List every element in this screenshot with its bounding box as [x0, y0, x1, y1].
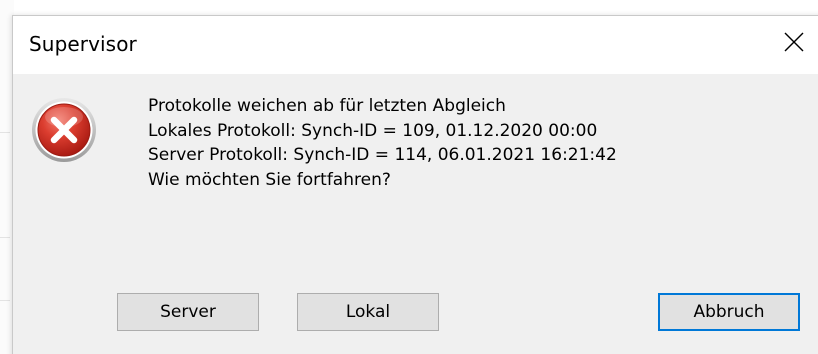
server-button[interactable]: Server: [117, 293, 259, 331]
screen: Supervisor Protokolle weichen ab für let…: [0, 0, 818, 354]
message-line: Lokales Protokoll: Synch-ID = 109, 01.12…: [148, 120, 598, 141]
title-bar[interactable]: Supervisor: [13, 16, 818, 74]
abbruch-button[interactable]: Abbruch: [658, 293, 800, 331]
error-icon: [32, 98, 96, 162]
message-line: Protokolle weichen ab für letzten Abglei…: [148, 96, 506, 116]
dialog-content: Protokolle weichen ab für letzten Abglei…: [13, 74, 818, 354]
message-text: Protokolle weichen ab für letzten Abglei…: [148, 94, 617, 192]
message-line: Server Protokoll: Synch-ID = 114, 06.01.…: [148, 145, 617, 165]
lokal-button[interactable]: Lokal: [297, 293, 439, 331]
background-divider: [0, 300, 10, 301]
close-icon: [784, 32, 804, 52]
background-divider: [0, 132, 10, 133]
window-title: Supervisor: [29, 32, 137, 56]
message-dialog: Supervisor Protokolle weichen ab für let…: [12, 15, 818, 354]
background-divider: [0, 237, 10, 238]
message-line: Wie möchten Sie fortfahren?: [148, 169, 391, 190]
close-button[interactable]: [765, 16, 818, 68]
